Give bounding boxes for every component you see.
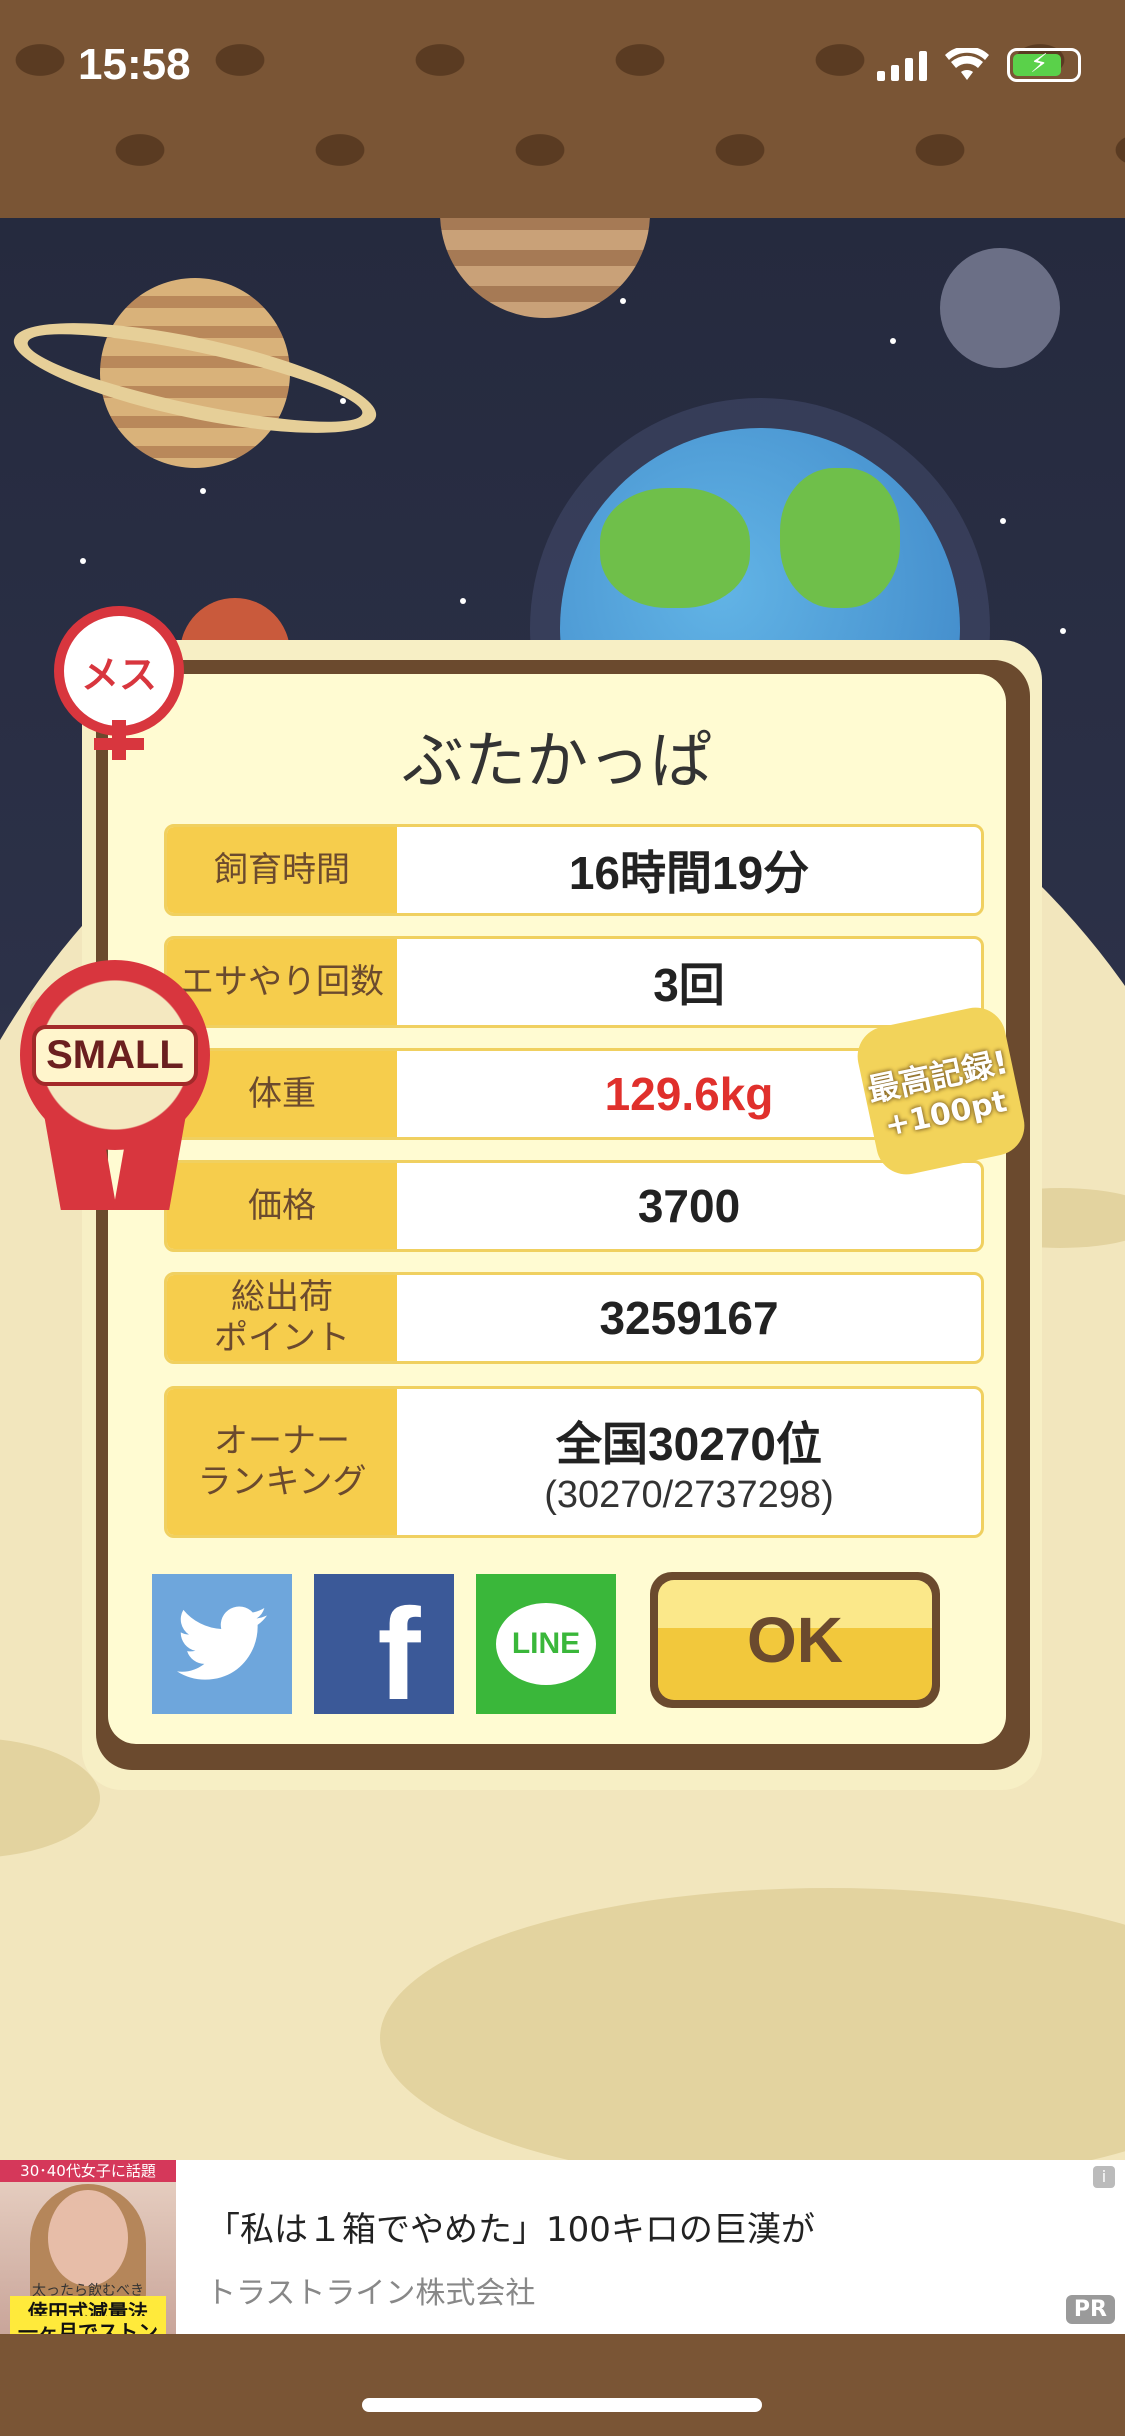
row-label: オーナー ランキング xyxy=(167,1389,397,1535)
ok-button[interactable]: OK xyxy=(650,1572,940,1708)
grey-planet xyxy=(940,248,1060,368)
row-owner-ranking: オーナー ランキング 全国30270位 (30270/2737298) xyxy=(164,1386,984,1538)
ad-thumb-headline-2: 一ヶ月でストン xyxy=(10,2316,166,2334)
ad-sponsor: トラストライン株式会社 xyxy=(206,2276,536,2311)
row-feed-count: エサやり回数 3回 xyxy=(164,936,984,1028)
ad-info-icon[interactable]: i xyxy=(1093,2166,1115,2188)
row-value: 3回 xyxy=(653,959,725,1011)
twitter-icon xyxy=(177,1606,267,1680)
size-ribbon-badge: SMALL xyxy=(20,960,210,1150)
row-label: 総出荷 ポイント xyxy=(167,1275,397,1361)
ranking-value: 全国30270位 xyxy=(556,1417,822,1470)
twitter-share-button[interactable] xyxy=(152,1574,292,1714)
status-icons: ⚡ xyxy=(877,48,1081,82)
ranking-detail: (30270/2737298) xyxy=(544,1473,834,1516)
facebook-share-button[interactable]: f xyxy=(314,1574,454,1727)
wifi-icon xyxy=(945,48,989,80)
ad-thumb-tag: 30･40代女子に話題 xyxy=(0,2160,176,2182)
signal-icon xyxy=(877,49,927,81)
ad-thumb-face xyxy=(48,2190,128,2286)
row-label: 飼育時間 xyxy=(167,827,397,913)
ad-pr-badge: PR xyxy=(1065,2295,1115,2324)
record-badge: 最高記録! +100pt xyxy=(852,1002,1030,1180)
row-value: 3700 xyxy=(637,1180,741,1232)
row-label: 価格 xyxy=(167,1163,397,1249)
ad-banner[interactable]: 30･40代女子に話題 太ったら飲むべき 倖田式減量法 一ヶ月でストン 「私は１… xyxy=(0,2160,1125,2334)
home-indicator[interactable] xyxy=(362,2398,762,2412)
row-shipping-points: 総出荷 ポイント 3259167 xyxy=(164,1272,984,1364)
ok-button-label: OK xyxy=(658,1580,932,1700)
gender-label: メス xyxy=(80,652,157,697)
line-icon: LINE xyxy=(496,1603,596,1685)
female-icon-cross xyxy=(94,738,144,750)
line-share-button[interactable]: LINE xyxy=(476,1574,616,1714)
jupiter-planet xyxy=(440,218,650,318)
status-time: 15:58 xyxy=(78,40,191,89)
row-value: 16時間19分 xyxy=(568,847,810,899)
bottom-pattern xyxy=(0,2334,1125,2436)
row-price: 価格 3700 xyxy=(164,1160,984,1252)
row-value: 3259167 xyxy=(599,1292,779,1344)
ad-thumbnail[interactable]: 30･40代女子に話題 太ったら飲むべき 倖田式減量法 一ヶ月でストン xyxy=(0,2160,176,2334)
ad-title[interactable]: 「私は１箱でやめた」100キロの巨漢が xyxy=(206,2202,815,2251)
size-label: SMALL xyxy=(32,1024,198,1086)
female-icon: メス xyxy=(54,606,184,736)
result-card: ぶたかっぱ 飼育時間 16時間19分 エサやり回数 3回 体重 129.6kg … xyxy=(96,660,1030,1770)
status-bar: 15:58 ⚡ xyxy=(0,0,1125,218)
pig-name: ぶたかっぱ xyxy=(401,724,712,797)
row-label: エサやり回数 xyxy=(167,939,397,1025)
facebook-icon: f xyxy=(377,1581,421,1727)
battery-icon: ⚡ xyxy=(1007,48,1081,82)
result-card-body: ぶたかっぱ 飼育時間 16時間19分 エサやり回数 3回 体重 129.6kg … xyxy=(108,674,1006,1744)
row-breeding-time: 飼育時間 16時間19分 xyxy=(164,824,984,916)
line-icon-text: LINE xyxy=(511,1627,581,1660)
row-value: 全国30270位 (30270/2737298) xyxy=(397,1389,981,1535)
